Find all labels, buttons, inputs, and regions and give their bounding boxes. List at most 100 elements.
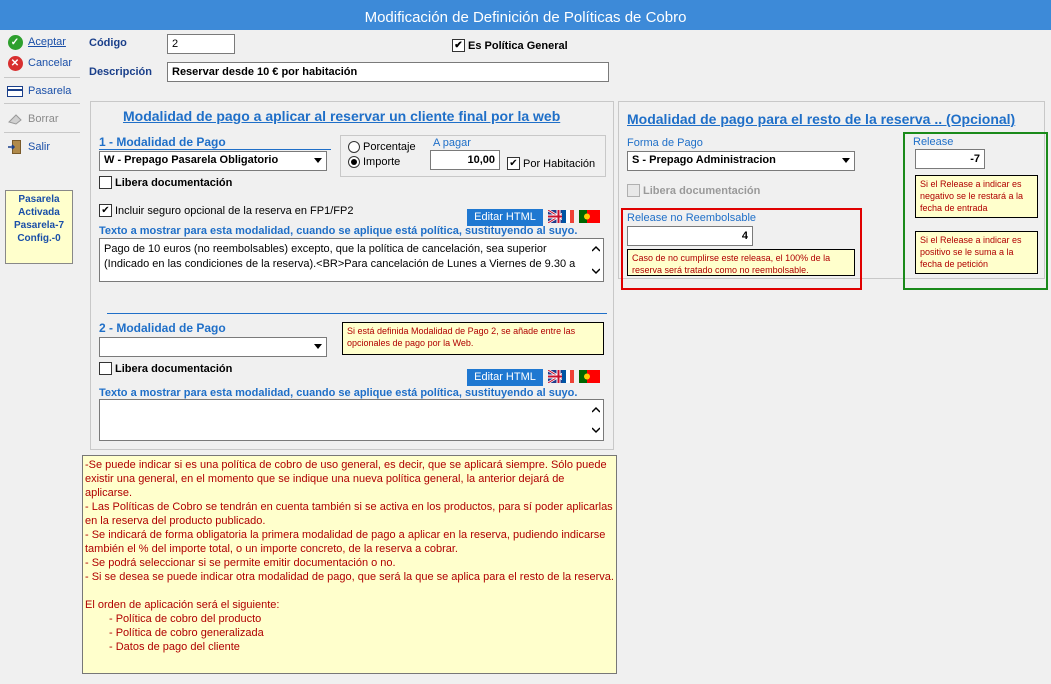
status-line: Activada [18,207,60,218]
france-flag-icon[interactable] [562,210,574,223]
seguro-checkbox[interactable]: ✔ Incluir seguro opcional de la reserva … [99,204,353,217]
separator [4,103,80,104]
right-panel-title: Modalidad de pago para el resto de la re… [627,111,1016,127]
divider [107,313,607,314]
checkbox-mark [99,176,112,189]
order-item: - Política de cobro generalizada [109,627,264,639]
chevron-down-icon[interactable] [592,267,600,275]
checkbox-mark: ✔ [507,157,520,170]
info-note: -Se puede indicar si es una política de … [82,455,617,674]
info-line: en la reserva del producto publicado. [85,515,266,527]
mod2-libera-label: Libera documentación [115,362,233,375]
forma-pago-value: S - Prepago Administracion [632,154,776,166]
a-pagar-input[interactable] [430,150,500,170]
chevron-down-icon[interactable] [592,426,600,434]
mod1-title: 1 - Modalidad de Pago [99,135,226,149]
mod1-select[interactable]: W - Prepago Pasarela Obligatorio [99,151,327,171]
aceptar-button[interactable]: ✓ Aceptar [6,33,66,51]
status-line: Config.-0 [17,233,61,244]
codigo-input[interactable] [167,34,235,54]
release-nr-note: Caso de no cumplirse este releasa, el 10… [627,249,855,276]
release-label: Release [913,136,954,148]
cancel-icon: ✕ [6,55,24,71]
mod1-texto-textarea[interactable]: Pago de 10 euros (no reembolsables) exce… [99,238,604,282]
mod1-editar-html-button[interactable]: Editar HTML [467,209,543,226]
mod1-select-value: W - Prepago Pasarela Obligatorio [104,154,279,166]
mod1-libera-label: Libera documentación [115,176,233,189]
mod1-libera-checkbox[interactable]: Libera documentación [99,176,232,189]
chevron-down-icon [314,158,322,163]
mod1-texto-label: Texto a mostrar para esta modalidad, cua… [99,225,578,237]
mod2-select[interactable] [99,337,327,357]
porcentaje-radio[interactable]: Porcentaje [348,141,416,153]
info-line: - Se indicará de forma obligatoria la pr… [85,529,606,555]
info-line: - Las Políticas de Cobro se tendrán en c… [85,501,613,513]
release-nr-label: Release no Reembolsable [627,212,757,224]
separator [4,77,80,78]
release-input[interactable] [915,149,985,169]
portugal-flag-icon[interactable] [579,210,600,223]
porcentaje-label: Porcentaje [363,141,416,153]
mod1-underline [99,149,331,150]
cancelar-label: Cancelar [28,57,73,69]
pasarela-status-box: Pasarela Activada Pasarela-7 Config.-0 [5,190,73,264]
check-icon: ✓ [6,34,24,50]
pasarela-label: Pasarela [28,85,72,97]
descripcion-input[interactable] [167,62,609,82]
chevron-down-icon [314,344,322,349]
salir-label: Salir [28,141,51,153]
es-politica-general-label: Es Política General [468,39,568,52]
mod2-editar-html-button[interactable]: Editar HTML [467,369,543,386]
release-nr-input[interactable] [627,226,753,246]
mod2-texto-label: Texto a mostrar para esta modalidad, cua… [99,387,578,399]
france-flag-icon[interactable] [562,370,574,383]
info-line: -Se puede indicar si es una política de … [85,459,607,499]
status-line: Pasarela [18,194,60,205]
forma-pago-select[interactable]: S - Prepago Administracion [627,151,855,171]
scrollbar[interactable] [589,400,603,440]
borrar-label: Borrar [28,113,59,125]
info-line [85,584,614,598]
right-libera-checkbox[interactable]: Libera documentación [627,184,760,197]
aceptar-label: Aceptar [28,36,66,48]
order-item: - Datos de pago del cliente [109,641,240,653]
credit-card-icon [6,83,24,99]
portugal-flag-icon[interactable] [579,370,600,383]
release-note-positive: Si el Release a indicar es positivo se l… [915,231,1038,274]
right-libera-label: Libera documentación [643,184,761,197]
mod2-title: 2 - Modalidad de Pago [99,321,226,335]
importe-radio[interactable]: Importe [348,156,400,168]
mod2-libera-checkbox[interactable]: Libera documentación [99,362,232,375]
pasarela-button[interactable]: Pasarela [6,82,71,100]
por-habitacion-checkbox[interactable]: ✔ Por Habitación [507,157,595,170]
chevron-up-icon[interactable] [592,245,600,253]
forma-pago-label: Forma de Pago [627,137,703,149]
left-panel-title: Modalidad de pago a aplicar al reservar … [123,108,561,124]
eraser-icon [6,111,24,127]
checkbox-mark: ✔ [99,204,112,217]
info-line: - Si se desea se puede indicar otra moda… [85,571,614,583]
radio-circle [348,141,360,153]
cancelar-button[interactable]: ✕ Cancelar [6,54,72,72]
mod2-texto-textarea[interactable] [99,399,604,441]
release-note-negative: Si el Release a indicar es negativo se l… [915,175,1038,218]
checkbox-mark [627,184,640,197]
salir-button[interactable]: Salir [6,138,50,156]
status-line: Pasarela-7 [13,220,65,231]
borrar-button[interactable]: Borrar [6,110,59,128]
es-politica-general-checkbox[interactable]: ✔ Es Política General [452,39,568,52]
radio-circle [348,156,360,168]
mod2-note: Si está definida Modalidad de Pago 2, se… [342,322,604,355]
info-line: El orden de aplicación será el siguiente… [85,599,280,611]
a-pagar-label: A pagar [433,137,471,149]
checkbox-mark [99,362,112,375]
info-line: - Se podrá seleccionar si se permite emi… [85,557,396,569]
chevron-down-icon [842,158,850,163]
scrollbar[interactable] [589,239,603,281]
window-title: Modificación de Definición de Políticas … [0,0,1051,30]
codigo-label: Código [89,37,127,49]
chevron-up-icon[interactable] [592,406,600,414]
importe-label: Importe [363,156,401,168]
checkbox-mark: ✔ [452,39,465,52]
order-item: - Política de cobro del producto [109,613,262,625]
